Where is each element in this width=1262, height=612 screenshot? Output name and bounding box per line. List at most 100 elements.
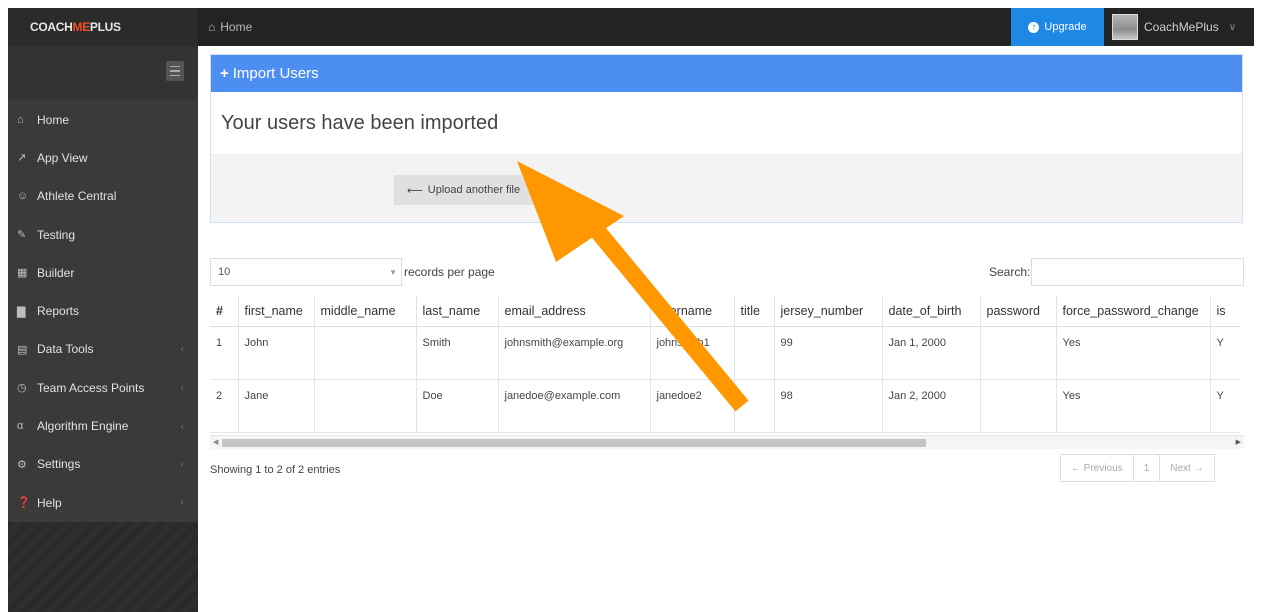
sidebar-item-label: Algorithm Engine [37, 419, 129, 434]
page-1-button[interactable]: 1 [1132, 455, 1160, 481]
sidebar-item-reports[interactable]: ▇ Reports [8, 292, 198, 331]
table-cell: Smith [415, 326, 498, 380]
home-icon: ⌂ [17, 113, 24, 126]
table-cell: Jan 2, 2000 [881, 379, 980, 433]
chevron-down-icon: ∨ [1228, 21, 1237, 33]
table-cell [733, 326, 774, 380]
table-cell [313, 379, 416, 433]
upgrade-label: Upgrade [1044, 21, 1087, 33]
table-header-row: # first_name middle_name last_name email… [210, 296, 1240, 327]
sidebar-item-builder[interactable]: ▦ Builder [8, 254, 198, 293]
scroll-right-icon[interactable]: ▶ [1236, 438, 1241, 446]
sidebar-item-team-access-points[interactable]: ◷ Team Access Points ‹ [8, 369, 198, 408]
column-header[interactable]: # [210, 296, 238, 327]
sidebar-item-label: Data Tools [37, 342, 94, 357]
sidebar-nav: ⌂ Home ↗ App View ☺ Athlete Central ✎ Te… [8, 101, 198, 523]
sidebar-item-help[interactable]: ❓ Help ‹ [8, 483, 198, 523]
arrow-circle-up-icon: ↑ [1028, 21, 1040, 33]
sidebar-item-algorithm-engine[interactable]: α Algorithm Engine ‹ [8, 407, 198, 446]
table-cell: Yes [1055, 326, 1210, 380]
breadcrumb[interactable]: ⌂ Home [208, 8, 252, 46]
column-header[interactable]: title [733, 296, 774, 327]
edit-icon: ✎ [17, 229, 27, 242]
home-icon: ⌂ [208, 20, 216, 34]
table-cell: Doe [415, 379, 498, 433]
sidebar-item-app-view[interactable]: ↗ App View [8, 139, 198, 178]
caret-down-icon: ▼ [389, 267, 397, 277]
main-content: + Import Users Your users have been impo… [198, 46, 1254, 612]
column-header[interactable]: date_of_birth [881, 296, 980, 327]
table-info: Showing 1 to 2 of 2 entries [210, 464, 341, 476]
sidebar-item-settings[interactable]: ⚙ Settings ‹ [8, 445, 198, 484]
column-header[interactable]: middle_name [313, 296, 416, 327]
sidebar-item-testing[interactable]: ✎ Testing [8, 215, 198, 255]
calendar-icon: ▦ [17, 267, 28, 280]
page-length-label: records per page [404, 265, 495, 279]
horizontal-scrollbar[interactable]: ◀ ▶ [210, 435, 1244, 449]
users-table: # first_name middle_name last_name email… [210, 296, 1240, 433]
table-cell [979, 379, 1056, 433]
external-link-icon: ↗ [17, 152, 27, 165]
sidebar: ⌂ Home ↗ App View ☺ Athlete Central ✎ Te… [8, 46, 198, 612]
sidebar-toggle-button[interactable] [166, 61, 184, 81]
sidebar-toggle-row [8, 46, 198, 101]
table-cell: janedoe@example.com [497, 379, 650, 433]
table-cell [733, 379, 774, 433]
column-header[interactable]: email_address [497, 296, 650, 327]
upload-another-file-button[interactable]: ⟵ Upload another file [394, 175, 544, 205]
plus-icon: + [220, 65, 229, 82]
column-header[interactable]: force_password_change [1055, 296, 1210, 327]
panel-heading: Import Users [232, 65, 319, 82]
table-cell: Y [1209, 326, 1240, 380]
column-header[interactable]: password [979, 296, 1056, 327]
user-menu[interactable]: CoachMePlus ∨ [1104, 8, 1254, 46]
table-cell: 2 [210, 379, 238, 433]
arrow-left-icon: ⟵ [407, 184, 423, 197]
sidebar-item-label: Team Access Points [37, 380, 145, 395]
page-length-value: 10 [218, 266, 231, 278]
table-cell: Jane [237, 379, 314, 433]
sidebar-item-athlete-central[interactable]: ☺ Athlete Central [8, 177, 198, 216]
table-cell: 98 [773, 379, 882, 433]
brand-part-1: COACH [30, 20, 73, 34]
breadcrumb-home[interactable]: Home [220, 20, 252, 34]
brand-logo[interactable]: COACH ME PLUS [8, 8, 198, 46]
bar-chart-icon: ▇ [17, 305, 26, 318]
scroll-left-icon[interactable]: ◀ [213, 438, 218, 446]
scrollbar-thumb[interactable] [222, 439, 926, 447]
panel-footer: ⟵ Upload another file [211, 155, 1242, 222]
table-cell: 1 [210, 326, 238, 380]
column-header[interactable]: is [1209, 296, 1240, 327]
app-window: COACH ME PLUS ⌂ Home ↑ Upgrade CoachMePlus… [8, 8, 1254, 612]
menu-bar-icon [170, 70, 180, 72]
previous-page-button[interactable]: ← Previous [1061, 455, 1133, 481]
sidebar-item-label: Help [37, 495, 62, 510]
chevron-left-icon: ‹ [180, 420, 184, 432]
table-cell: 99 [773, 326, 882, 380]
sidebar-item-label: Athlete Central [37, 189, 117, 204]
table-cell: Y [1209, 379, 1240, 433]
algorithm-icon: α [17, 420, 24, 433]
avatar [1112, 14, 1138, 40]
search-input[interactable] [1031, 258, 1244, 286]
page-length-select[interactable]: 10 ▼ [210, 258, 402, 286]
column-header[interactable]: username [649, 296, 734, 327]
column-header[interactable]: last_name [415, 296, 498, 327]
table-cell: johnsmith@example.org [497, 326, 650, 380]
brand-part-3: PLUS [89, 20, 121, 34]
chevron-left-icon: ‹ [180, 343, 184, 355]
brand-part-2: ME [72, 20, 91, 34]
users-table-container: # first_name middle_name last_name email… [210, 296, 1244, 434]
question-circle-icon: ❓ [17, 497, 31, 510]
chevron-left-icon: ‹ [180, 458, 184, 470]
user-name: CoachMePlus [1144, 20, 1219, 34]
sidebar-item-home[interactable]: ⌂ Home [8, 101, 198, 140]
sidebar-item-label: Builder [37, 265, 75, 280]
upgrade-button[interactable]: ↑ Upgrade [1011, 8, 1104, 46]
table-cell: johnsmith1 [649, 326, 734, 380]
column-header[interactable]: jersey_number [773, 296, 882, 327]
column-header[interactable]: first_name [237, 296, 314, 327]
next-page-button[interactable]: Next → [1159, 455, 1213, 481]
sidebar-item-label: Home [37, 112, 70, 127]
sidebar-item-data-tools[interactable]: ▤ Data Tools ‹ [8, 330, 198, 370]
